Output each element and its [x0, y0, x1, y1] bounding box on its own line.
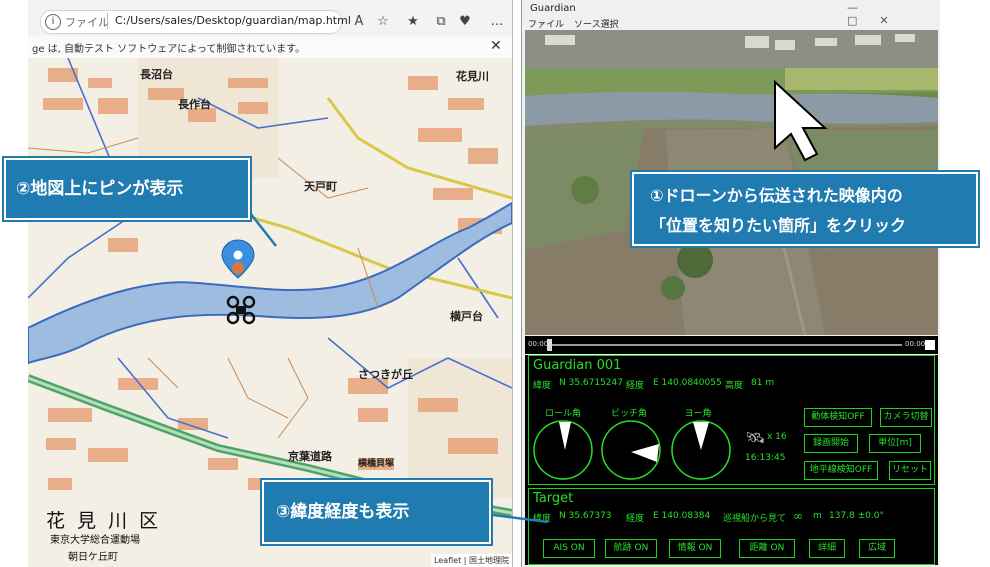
callout-click-line2: 「位置を知りたい箇所」をクリック: [650, 216, 907, 235]
callout-latlon-shown: ③緯度経度も表示: [262, 480, 491, 544]
callout-pin-shown: ②地図上にピンが表示: [4, 158, 250, 220]
callout-pointers: [231, 189, 549, 524]
callout-click-instruction: ①ドローンから伝送された映像内の 「位置を知りたい箇所」をクリック: [632, 172, 978, 246]
callout-click-line1: ①ドローンから伝送された映像内の: [650, 186, 903, 205]
